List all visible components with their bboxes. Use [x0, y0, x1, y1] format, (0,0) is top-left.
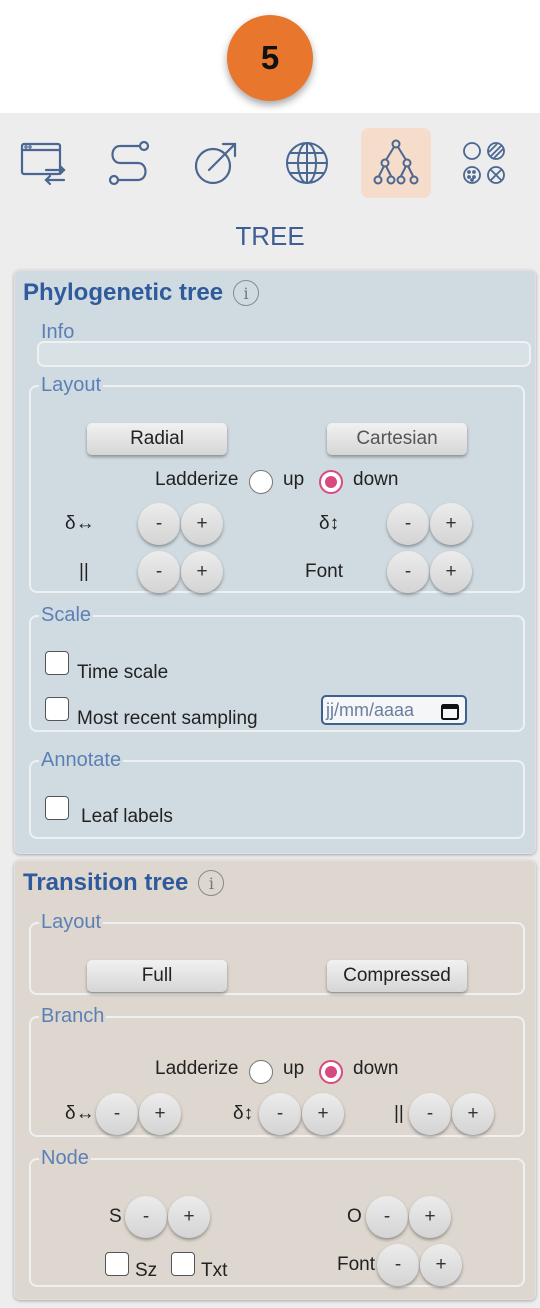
vertical-spacing-plus[interactable]: +	[430, 503, 472, 545]
node-group: Node S - + O - + Sz Txt Font - +	[29, 1147, 525, 1287]
phylogenetic-tree-heading: Phylogenetic tree	[23, 279, 224, 306]
cartesian-button[interactable]: Cartesian	[327, 423, 467, 455]
sampling-date-input[interactable]: jj/mm/aaaa	[321, 695, 467, 725]
phylogenetic-tree-title: Phylogenetic tree i	[23, 279, 260, 307]
transition-ladderize-up-label: up	[283, 1058, 305, 1079]
node-font-minus[interactable]: -	[377, 1244, 419, 1286]
compressed-button[interactable]: Compressed	[327, 960, 467, 992]
horizontal-spacing-plus[interactable]: +	[181, 503, 223, 545]
transition-tree-title: Transition tree i	[23, 869, 225, 897]
transition-branch-width-label: ||	[394, 1103, 404, 1124]
tool-button-window[interactable]	[8, 128, 78, 198]
transition-vertical-spacing-plus[interactable]: +	[302, 1093, 344, 1135]
ladderize-up-radio[interactable]	[249, 470, 273, 494]
vertical-spacing-minus[interactable]: -	[387, 503, 429, 545]
info-field	[37, 341, 531, 367]
transition-tree-section: Transition tree i Layout Full Compressed…	[14, 860, 536, 1300]
node-size-plus[interactable]: +	[168, 1196, 210, 1238]
node-opacity-plus[interactable]: +	[409, 1196, 451, 1238]
tool-button-direction[interactable]	[181, 128, 251, 198]
branch-width-plus[interactable]: +	[181, 551, 223, 593]
tool-button-tree[interactable]	[361, 128, 431, 198]
node-opacity-label: O	[347, 1206, 362, 1227]
full-button[interactable]: Full	[87, 960, 227, 992]
node-size-minus[interactable]: -	[125, 1196, 167, 1238]
ladderize-up-label: up	[283, 469, 305, 490]
branch-width-label: ||	[79, 561, 89, 582]
info-icon[interactable]: i	[233, 280, 260, 306]
branch-width-minus[interactable]: -	[138, 551, 180, 593]
node-size-label: S	[109, 1206, 122, 1227]
step-number-badge: 5	[227, 15, 313, 101]
transition-layout-legend: Layout	[41, 911, 102, 933]
panel-title: TREE	[235, 221, 305, 251]
branch-group: Branch Ladderize up down δ↔ - + δ↕ - + |…	[29, 1005, 525, 1137]
time-scale-label: Time scale	[77, 662, 169, 683]
globe-icon	[286, 142, 328, 184]
most-recent-sampling-checkbox[interactable]	[45, 697, 69, 721]
transition-ladderize-label: Ladderize	[155, 1058, 239, 1079]
transition-branch-width-plus[interactable]: +	[452, 1093, 494, 1135]
layout-legend: Layout	[41, 374, 102, 396]
node-font-plus[interactable]: +	[420, 1244, 462, 1286]
calendar-icon[interactable]	[441, 702, 459, 720]
patterns-icon	[463, 142, 505, 184]
leaf-labels-checkbox[interactable]	[45, 796, 69, 820]
transition-ladderize-down-label: down	[353, 1058, 399, 1079]
transition-horizontal-spacing-minus[interactable]: -	[96, 1093, 138, 1135]
time-scale-checkbox[interactable]	[45, 651, 69, 675]
transition-branch-width-minus[interactable]: -	[409, 1093, 451, 1135]
node-sz-checkbox[interactable]	[105, 1252, 129, 1276]
tool-button-globe[interactable]	[272, 128, 342, 198]
radial-button[interactable]: Radial	[87, 423, 227, 455]
node-txt-label: Txt	[201, 1260, 228, 1281]
arrow-circle-icon	[194, 142, 237, 185]
font-label: Font	[305, 561, 344, 582]
node-font-label: Font	[337, 1254, 376, 1275]
font-minus[interactable]: -	[387, 551, 429, 593]
layout-group: Layout Radial Cartesian Ladderize up dow…	[29, 374, 525, 593]
branch-legend: Branch	[41, 1005, 105, 1027]
vertical-spacing-label: δ↕	[319, 513, 340, 534]
side-panel: TREE Phylogenetic tree i Info Layout Rad…	[0, 113, 540, 1308]
font-plus[interactable]: +	[430, 551, 472, 593]
info-icon[interactable]: i	[198, 870, 225, 896]
ladderize-down-label: down	[353, 469, 399, 490]
date-placeholder: jj/mm/aaaa	[326, 699, 415, 720]
info-group: Info	[27, 321, 531, 367]
tree-icon	[373, 139, 419, 185]
node-sz-label: Sz	[135, 1260, 158, 1281]
transition-horizontal-spacing-label: δ↔	[65, 1103, 95, 1124]
transition-vertical-spacing-minus[interactable]: -	[259, 1093, 301, 1135]
transition-tree-heading: Transition tree	[23, 869, 189, 896]
node-txt-checkbox[interactable]	[171, 1252, 195, 1276]
ladderize-down-radio[interactable]	[319, 470, 343, 494]
horizontal-spacing-label: δ↔	[65, 513, 95, 534]
transition-horizontal-spacing-plus[interactable]: +	[139, 1093, 181, 1135]
scale-legend: Scale	[41, 604, 92, 626]
transition-ladderize-up-radio[interactable]	[249, 1060, 273, 1084]
leaf-labels-label: Leaf labels	[81, 806, 173, 827]
annotate-group: Annotate Leaf labels	[29, 749, 525, 839]
transition-layout-group: Layout Full Compressed	[29, 911, 525, 995]
horizontal-spacing-minus[interactable]: -	[138, 503, 180, 545]
toolbar	[0, 113, 540, 203]
window-swap-icon	[20, 142, 66, 186]
node-opacity-minus[interactable]: -	[366, 1196, 408, 1238]
tool-button-patterns[interactable]	[449, 128, 519, 198]
transition-ladderize-down-radio[interactable]	[319, 1060, 343, 1084]
transition-vertical-spacing-label: δ↕	[233, 1103, 254, 1124]
node-legend: Node	[41, 1147, 89, 1169]
path-icon	[108, 140, 150, 186]
tool-button-path[interactable]	[94, 128, 164, 198]
most-recent-sampling-label: Most recent sampling	[77, 708, 258, 729]
phylogenetic-tree-section: Phylogenetic tree i Info Layout Radial C…	[14, 270, 536, 854]
annotate-legend: Annotate	[41, 749, 122, 771]
ladderize-label: Ladderize	[155, 469, 239, 490]
scale-group: Scale Time scale Most recent sampling jj…	[29, 604, 525, 732]
